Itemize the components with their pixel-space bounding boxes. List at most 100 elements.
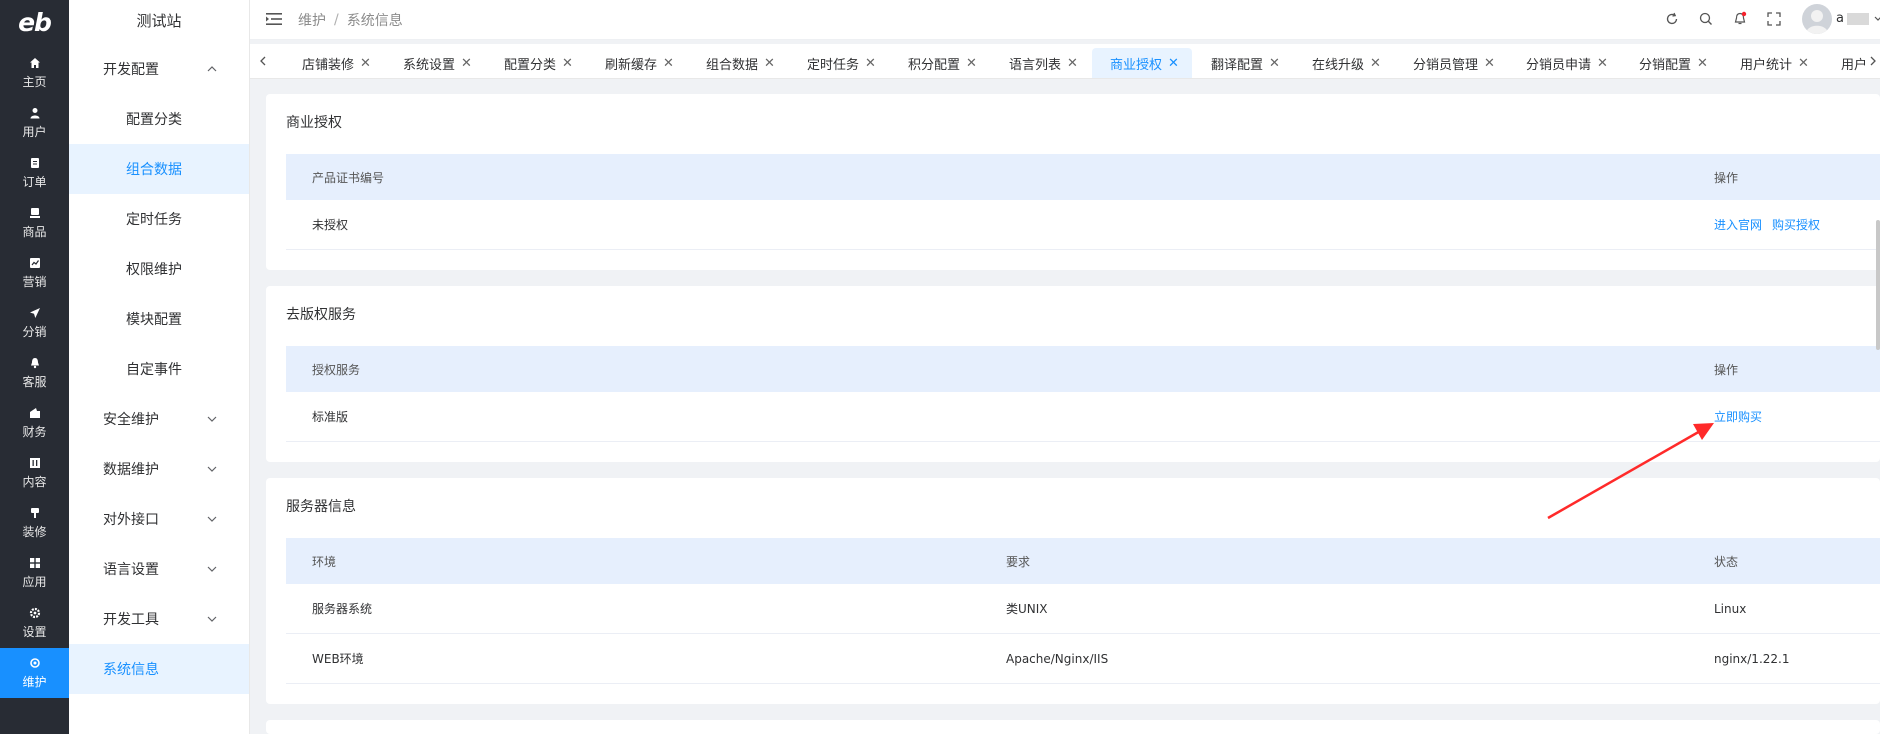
rail-item-finance[interactable]: 财务 — [0, 398, 69, 448]
close-icon[interactable]: ✕ — [461, 56, 472, 71]
close-icon[interactable]: ✕ — [663, 56, 674, 71]
close-icon[interactable]: ✕ — [966, 56, 977, 71]
column-header: 操作 — [1714, 170, 1739, 185]
tab-system-settings[interactable]: 系统设置 ✕ — [385, 48, 472, 78]
rail-item-product[interactable]: 商品 — [0, 198, 69, 248]
rail-label: 应用 — [22, 575, 47, 589]
submenu-item-module-config[interactable]: 模块配置 — [69, 294, 249, 344]
buy-now-link[interactable]: 立即购买 — [1714, 408, 1762, 425]
rail-item-service[interactable]: 客服 — [0, 348, 69, 398]
submenu-item-system-info[interactable]: 系统信息 — [69, 644, 249, 694]
submenu-group-security[interactable]: 安全维护 — [69, 394, 249, 444]
close-icon[interactable]: ✕ — [1269, 56, 1280, 71]
official-site-link[interactable]: 进入官网 — [1714, 216, 1762, 233]
close-icon[interactable]: ✕ — [764, 56, 775, 71]
tab-refresh-cache[interactable]: 刷新缓存 ✕ — [587, 48, 674, 78]
submenu-label: 数据维护 — [103, 462, 159, 478]
submenu-item-config-category[interactable]: 配置分类 — [69, 94, 249, 144]
requirement-cell: Apache/Nginx/IIS — [1006, 651, 1109, 666]
submenu-group-data-maintenance[interactable]: 数据维护 — [69, 444, 249, 494]
avatar[interactable] — [1802, 4, 1832, 34]
close-icon[interactable]: ✕ — [1798, 56, 1809, 71]
column-header: 要求 — [1006, 554, 1031, 569]
close-icon[interactable]: ✕ — [1697, 56, 1708, 71]
close-icon[interactable]: ✕ — [1168, 56, 1179, 71]
tab-label: 用户 — [1841, 58, 1868, 73]
tags-bar: 店铺装修 ✕ 系统设置 ✕ 配置分类 ✕ 刷新缓存 ✕ 组合数据 ✕ 定时任务 ✕ 积分配置… — [250, 44, 1880, 79]
tab-label: 定时任务 — [807, 58, 860, 73]
product-icon — [29, 206, 41, 220]
tab-points-config[interactable]: 积分配置 ✕ — [890, 48, 977, 78]
brand-logo[interactable]: eb — [0, 0, 69, 44]
submenu-group-language[interactable]: 语言设置 — [69, 544, 249, 594]
tab-config-category[interactable]: 配置分类 ✕ — [486, 48, 573, 78]
tab-user-statistics[interactable]: 用户统计 ✕ — [1722, 48, 1809, 78]
rail-item-distribution[interactable]: 分销 — [0, 298, 69, 348]
submenu-item-custom-events[interactable]: 自定事件 — [69, 344, 249, 394]
close-icon[interactable]: ✕ — [1067, 56, 1078, 71]
breadcrumb: 维护 / 系统信息 — [298, 0, 403, 40]
rail-label: 用户 — [22, 125, 47, 139]
chevron-right-icon[interactable] — [1866, 54, 1880, 68]
rail-item-home[interactable]: 主页 — [0, 48, 69, 98]
submenu-item-scheduled-tasks[interactable]: 定时任务 — [69, 194, 249, 244]
breadcrumb-separator: / — [334, 12, 339, 28]
tab-commercial-license[interactable]: 商业授权 ✕ — [1092, 48, 1192, 78]
username[interactable]: a — [1836, 11, 1844, 26]
refresh-icon[interactable] — [1664, 11, 1680, 27]
rail-item-order[interactable]: 订单 — [0, 148, 69, 198]
submenu-label: 对外接口 — [103, 512, 159, 528]
submenu-item-combined-data[interactable]: 组合数据 — [69, 144, 249, 194]
column-header: 授权服务 — [312, 362, 361, 377]
tab-user-truncated[interactable]: 用户 — [1823, 48, 1868, 78]
close-icon[interactable]: ✕ — [562, 56, 573, 71]
close-icon[interactable]: ✕ — [1484, 56, 1495, 71]
submenu-group-dev-config[interactable]: 开发配置 — [69, 44, 249, 94]
order-icon — [29, 156, 41, 170]
rail-item-content[interactable]: 内容 — [0, 448, 69, 498]
rail-item-user[interactable]: 用户 — [0, 98, 69, 148]
rail-label: 装修 — [22, 525, 47, 539]
fullscreen-icon[interactable] — [1766, 11, 1782, 27]
buy-license-link[interactable]: 购买授权 — [1772, 216, 1820, 233]
tab-online-upgrade[interactable]: 在线升级 ✕ — [1294, 48, 1381, 78]
gear-icon — [29, 606, 41, 620]
close-icon[interactable]: ✕ — [360, 56, 371, 71]
send-icon — [29, 306, 41, 320]
rail-item-decoration[interactable]: 装修 — [0, 498, 69, 548]
tab-translation-config[interactable]: 翻译配置 ✕ — [1193, 48, 1280, 78]
table-row: WEB环境 Apache/Nginx/IIS nginx/1.22.1 — [286, 634, 1880, 684]
chevron-left-icon[interactable] — [256, 54, 270, 68]
submenu-label: 安全维护 — [103, 412, 159, 428]
rail-item-settings[interactable]: 设置 — [0, 598, 69, 648]
menu-fold-icon[interactable] — [266, 12, 282, 26]
close-icon[interactable]: ✕ — [1370, 56, 1381, 71]
submenu-group-external-api[interactable]: 对外接口 — [69, 494, 249, 544]
table-header: 产品证书编号 操作 — [286, 154, 1880, 200]
rail-item-maintenance[interactable]: 维护 — [0, 648, 69, 698]
rail-item-apps[interactable]: 应用 — [0, 548, 69, 598]
close-icon[interactable]: ✕ — [865, 56, 876, 71]
notification-bell-icon[interactable] — [1732, 11, 1748, 27]
marketing-icon — [29, 256, 41, 270]
tab-language-list[interactable]: 语言列表 ✕ — [991, 48, 1078, 78]
close-icon[interactable]: ✕ — [1597, 56, 1608, 71]
tab-distribution-config[interactable]: 分销配置 ✕ — [1621, 48, 1708, 78]
cert-number-value: 未授权 — [312, 218, 349, 232]
tab-distributor-management[interactable]: 分销员管理 ✕ — [1395, 48, 1495, 78]
search-icon[interactable] — [1698, 11, 1714, 27]
rail-item-marketing[interactable]: 营销 — [0, 248, 69, 298]
tab-distributor-application[interactable]: 分销员申请 ✕ — [1508, 48, 1608, 78]
breadcrumb-item[interactable]: 维护 — [298, 10, 326, 30]
finance-icon — [29, 406, 41, 420]
scrollbar-thumb[interactable] — [1876, 220, 1880, 350]
tab-combined-data[interactable]: 组合数据 ✕ — [688, 48, 775, 78]
submenu-label: 开发配置 — [103, 62, 159, 78]
tab-shop-decoration[interactable]: 店铺装修 ✕ — [284, 48, 371, 78]
tab-label: 在线升级 — [1312, 58, 1365, 73]
next-card-partial — [266, 720, 1880, 734]
server-info-card: 服务器信息 环境 要求 状态 服务器系统 类UNIX Linux WEB环境 A… — [266, 478, 1880, 704]
tab-scheduled-tasks[interactable]: 定时任务 ✕ — [789, 48, 876, 78]
submenu-item-permission-maintenance[interactable]: 权限维护 — [69, 244, 249, 294]
submenu-group-dev-tools[interactable]: 开发工具 — [69, 594, 249, 644]
